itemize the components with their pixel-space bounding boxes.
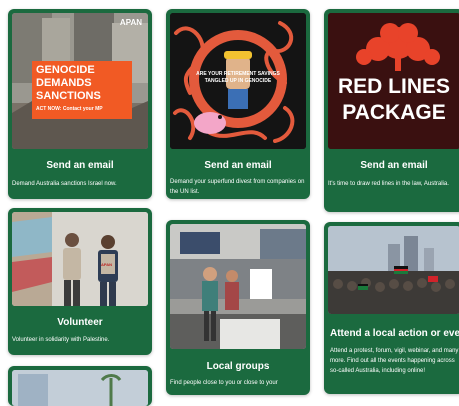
card-description: It's time to draw red lines in the law, … [328,181,449,187]
card-description: Demand your superfund divest from compan… [170,179,305,195]
poster-headline-3: SANCTIONS [36,90,101,102]
action-card-email-sanctions[interactable]: APAN GENOCIDE DEMANDS SANCTIONS ACT NOW:… [8,9,152,199]
action-card-volunteer[interactable]: APAN Volunteer Volunteer in solidarity w… [8,208,152,355]
card-image-protest-photo [328,226,459,314]
poster-headline-2: DEMANDS [36,77,92,89]
card-description: Demand Australia sanctions Israel now. [12,181,117,187]
card-image-volunteers-photo: APAN [12,212,148,306]
action-card-local-action[interactable]: Attend a local action or event Attend a … [324,222,459,394]
card-image-red-lines-poster: RED LINES PACKAGE [328,13,459,149]
card-title[interactable]: Attend a local action or event [330,328,459,339]
poster-headline-2: PACKAGE [342,101,446,124]
card-title[interactable]: Volunteer [8,317,152,328]
vest-label: APAN [101,262,113,267]
poster-logo: APAN [119,18,142,27]
card-title[interactable]: Send an email [166,160,310,171]
card-description: Volunteer in solidarity with Palestine. [12,337,110,343]
card-description: Attend a protest, forum, vigil, webinar,… [330,348,459,374]
poster-headline-1: RED LINES [337,75,450,98]
card-image-genocide-poster: APAN GENOCIDE DEMANDS SANCTIONS ACT NOW:… [12,13,148,149]
poster-ring-text: ARE YOUR RETIREMENT SAVINGS TANGLED UP I… [196,71,280,84]
action-card-local-groups[interactable]: Local groups Find people close to you or… [166,220,310,395]
poster-cta: ACT NOW: Contact your MP [36,106,103,112]
poster-headline-1: GENOCIDE [36,64,95,76]
card-title[interactable]: Send an email [8,160,152,171]
action-card-email-red-lines[interactable]: RED LINES PACKAGE Send an email It's tim… [324,9,459,212]
card-title[interactable]: Local groups [166,361,310,372]
card-image-local-group-photo [170,224,306,349]
card-title[interactable]: Send an email [324,160,459,171]
action-card-email-superfund[interactable]: ARE YOUR RETIREMENT SAVINGS TANGLED UP I… [166,9,310,199]
action-card-partial[interactable] [8,366,152,406]
card-description: Find people close to you or close to you… [170,380,278,386]
card-image-partial [12,370,148,406]
card-image-superfund-poster: ARE YOUR RETIREMENT SAVINGS TANGLED UP I… [170,13,306,149]
